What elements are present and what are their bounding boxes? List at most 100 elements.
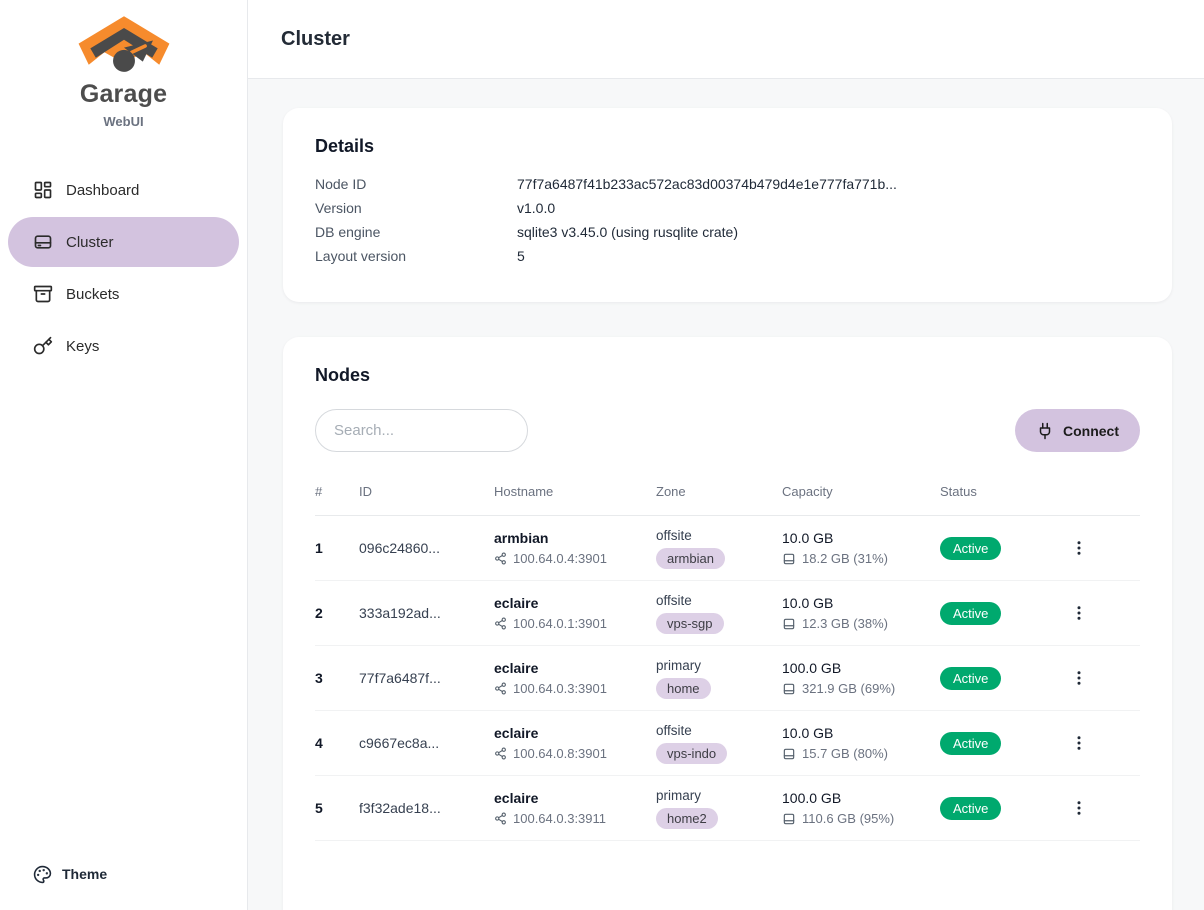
node-zone-tag-badge: home2 [656, 808, 718, 829]
nodes-title: Nodes [315, 365, 1140, 386]
status-badge: Active [940, 667, 1001, 690]
sidebar-item-cluster[interactable]: Cluster [8, 217, 239, 267]
node-status-cell: Active [940, 537, 1060, 560]
share-icon [494, 812, 507, 825]
node-hostname: eclaire [494, 790, 656, 806]
detail-value: 77f7a6487f41b233ac572ac83d00374b479d4e1e… [517, 176, 897, 192]
row-menu-button[interactable] [1064, 598, 1094, 628]
node-zone-cell: primary home2 [656, 788, 782, 829]
node-capacity: 100.0 GB [782, 660, 940, 676]
detail-label: DB engine [315, 224, 517, 240]
plug-icon [1036, 422, 1054, 440]
search-input[interactable] [315, 409, 528, 452]
content: Details Node ID 77f7a6487f41b233ac572ac8… [248, 79, 1204, 910]
node-zone-tag-badge: armbian [656, 548, 725, 569]
detail-value: sqlite3 v3.45.0 (using rusqlite crate) [517, 224, 738, 240]
node-zone: offsite [656, 528, 782, 543]
node-zone-cell: primary home [656, 658, 782, 699]
node-hostname-cell: eclaire 100.64.0.3:3911 [494, 790, 656, 826]
node-id: 333a192ad... [359, 605, 494, 621]
node-capacity-cell: 10.0 GB 15.7 GB (80%) [782, 725, 940, 761]
node-zone: primary [656, 788, 782, 803]
node-index: 3 [315, 670, 359, 686]
nodes-table-body: 1 096c24860... armbian 100.64.0.4:3901 [315, 516, 1140, 841]
table-row: 3 77f7a6487f... eclaire 100.64.0.3:3901 [315, 646, 1140, 711]
app-logo-block: Garage WebUI [0, 0, 247, 129]
node-address: 100.64.0.3:3901 [513, 681, 607, 696]
connect-button-label: Connect [1063, 423, 1119, 439]
node-zone-tag-badge: home [656, 678, 711, 699]
node-hostname-cell: eclaire 100.64.0.8:3901 [494, 725, 656, 761]
sidebar-item-label: Keys [66, 338, 99, 355]
node-actions-cell [1060, 793, 1140, 823]
detail-row-layout-version: Layout version 5 [315, 248, 1140, 264]
sidebar-item-keys[interactable]: Keys [8, 321, 239, 371]
col-header-zone: Zone [656, 484, 782, 499]
detail-label: Node ID [315, 176, 517, 192]
col-header-capacity: Capacity [782, 484, 940, 499]
detail-value: 5 [517, 248, 525, 264]
sidebar-item-label: Dashboard [66, 182, 139, 199]
node-usage: 12.3 GB (38%) [802, 616, 888, 631]
drive-icon [782, 617, 796, 631]
table-row: 2 333a192ad... eclaire 100.64.0.1:3901 [315, 581, 1140, 646]
node-status-cell: Active [940, 602, 1060, 625]
detail-row-db-engine: DB engine sqlite3 v3.45.0 (using rusqlit… [315, 224, 1140, 240]
kebab-icon [1070, 604, 1088, 622]
details-title: Details [315, 136, 1140, 157]
col-header-hostname: Hostname [494, 484, 656, 499]
node-index: 5 [315, 800, 359, 816]
node-usage: 321.9 GB (69%) [802, 681, 895, 696]
node-zone-cell: offsite armbian [656, 528, 782, 569]
node-usage: 110.6 GB (95%) [802, 811, 894, 826]
sidebar-item-label: Buckets [66, 286, 119, 303]
node-zone-cell: offsite vps-sgp [656, 593, 782, 634]
node-actions-cell [1060, 728, 1140, 758]
node-index: 4 [315, 735, 359, 751]
sidebar-nav: Dashboard Cluster Buckets Keys [0, 165, 247, 371]
node-usage: 18.2 GB (31%) [802, 551, 888, 566]
sidebar-item-label: Cluster [66, 234, 114, 251]
node-hostname: armbian [494, 530, 656, 546]
node-hostname-cell: eclaire 100.64.0.3:3901 [494, 660, 656, 696]
node-capacity-cell: 10.0 GB 12.3 GB (38%) [782, 595, 940, 631]
node-zone-tag-badge: vps-sgp [656, 613, 724, 634]
node-actions-cell [1060, 598, 1140, 628]
table-row: 1 096c24860... armbian 100.64.0.4:3901 [315, 516, 1140, 581]
node-hostname: eclaire [494, 660, 656, 676]
dashboard-icon [33, 180, 53, 200]
node-usage: 15.7 GB (80%) [802, 746, 888, 761]
app-title: Garage [0, 80, 247, 109]
theme-button[interactable]: Theme [8, 852, 239, 896]
drive-icon [782, 747, 796, 761]
detail-row-node-id: Node ID 77f7a6487f41b233ac572ac83d00374b… [315, 176, 1140, 192]
col-header-id: ID [359, 484, 494, 499]
share-icon [494, 682, 507, 695]
node-status-cell: Active [940, 797, 1060, 820]
node-index: 1 [315, 540, 359, 556]
node-address: 100.64.0.8:3901 [513, 746, 607, 761]
sidebar-item-buckets[interactable]: Buckets [8, 269, 239, 319]
row-menu-button[interactable] [1064, 728, 1094, 758]
node-zone: offsite [656, 593, 782, 608]
row-menu-button[interactable] [1064, 533, 1094, 563]
row-menu-button[interactable] [1064, 663, 1094, 693]
node-zone: offsite [656, 723, 782, 738]
table-row: 5 f3f32ade18... eclaire 100.64.0.3:3911 [315, 776, 1140, 841]
row-menu-button[interactable] [1064, 793, 1094, 823]
detail-row-version: Version v1.0.0 [315, 200, 1140, 216]
hard-drive-icon [33, 232, 53, 252]
topbar: Cluster [248, 0, 1204, 79]
node-id: 77f7a6487f... [359, 670, 494, 686]
sidebar-item-dashboard[interactable]: Dashboard [8, 165, 239, 215]
status-badge: Active [940, 732, 1001, 755]
theme-button-label: Theme [62, 866, 107, 882]
kebab-icon [1070, 669, 1088, 687]
node-actions-cell [1060, 533, 1140, 563]
connect-button[interactable]: Connect [1015, 409, 1140, 452]
node-capacity-cell: 10.0 GB 18.2 GB (31%) [782, 530, 940, 566]
node-capacity: 100.0 GB [782, 790, 940, 806]
share-icon [494, 747, 507, 760]
node-capacity-cell: 100.0 GB 321.9 GB (69%) [782, 660, 940, 696]
node-hostname: eclaire [494, 725, 656, 741]
